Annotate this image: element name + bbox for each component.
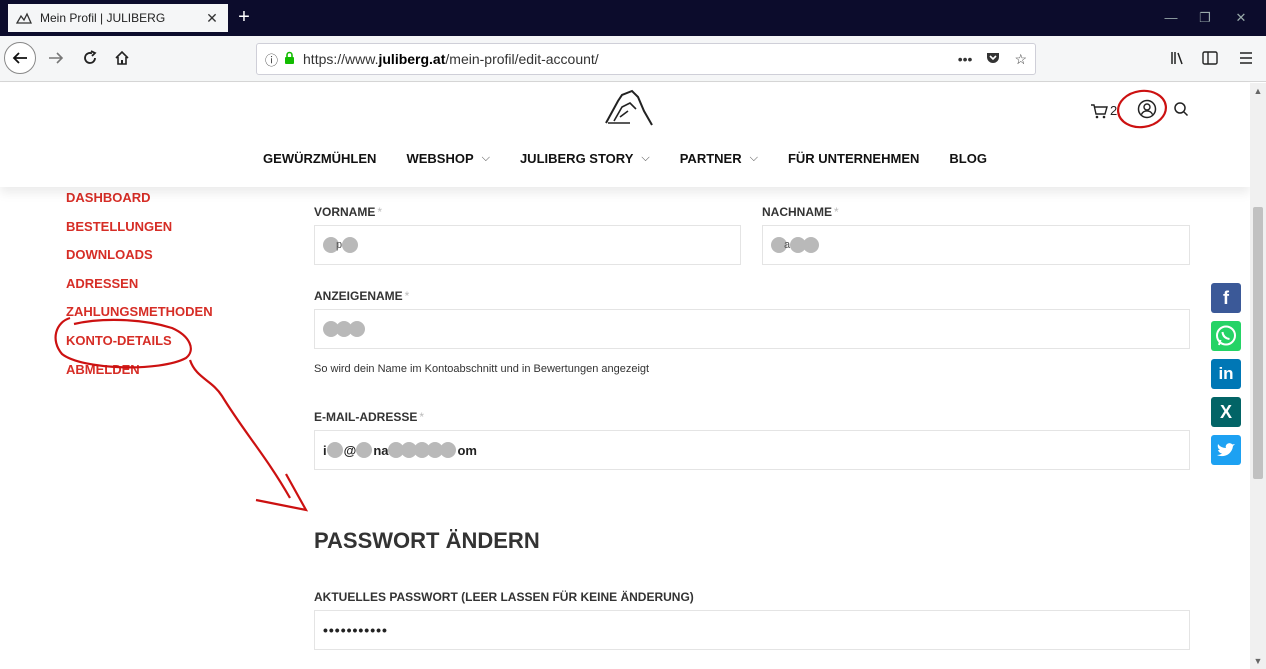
sidebar-item-konto-details[interactable]: KONTO-DETAILS [66,331,266,360]
sidebar-item-abmelden[interactable]: ABMELDEN [66,360,266,389]
sidebar-item-bestellungen[interactable]: BESTELLUNGEN [66,217,266,246]
linkedin-share-button[interactable]: in [1211,359,1241,389]
facebook-icon: f [1223,288,1229,308]
xing-share-button[interactable]: X [1211,397,1241,427]
account-sidebar: DASHBOARD BESTELLUNGEN DOWNLOADS ADRESSE… [66,188,266,388]
current-password-label: AKTUELLES PASSWORT (LEER LASSEN FÜR KEIN… [314,590,694,604]
sidebar-item-zahlungsmethoden[interactable]: ZAHLUNGSMETHODEN [66,302,266,331]
tab-strip: Mein Profil | JULIBERG ✕ + — ❐ ✕ [0,0,1266,36]
close-window-icon[interactable]: ✕ [1226,0,1256,36]
lock-icon[interactable] [284,51,295,67]
page-scrollbar[interactable]: ▲ ▼ [1250,83,1266,669]
reload-icon [84,50,97,64]
cart-button[interactable]: 2 [1090,103,1117,119]
chevron-down-icon: ⌵ [641,152,650,164]
nav-item-fuer-unternehmen[interactable]: FÜR UNTERNEHMEN [788,151,919,166]
tab-mein-profil[interactable]: Mein Profil | JULIBERG ✕ [8,4,228,32]
home-button[interactable] [110,43,134,73]
library-icon[interactable] [1164,43,1192,73]
password-section-title: PASSWORT ÄNDERN [314,528,540,553]
forward-arrow-icon [49,52,64,64]
browser-toolbar: ⓘ https://www.juliberg.at/mein-profil/ed… [0,36,1266,82]
current-password-field[interactable]: ••••••••••• [314,610,1190,650]
pocket-icon[interactable] [986,51,1000,68]
search-button[interactable] [1173,101,1189,120]
close-tab-icon[interactable]: ✕ [204,10,220,27]
home-icon [115,50,129,65]
redaction-blur [342,237,359,253]
bookmark-star-icon[interactable]: ☆ [1014,51,1027,68]
display-name-field[interactable] [314,309,1190,349]
minimize-icon[interactable]: — [1156,0,1186,36]
last-name-field[interactable]: a [762,225,1190,265]
whatsapp-icon [1216,325,1236,346]
email-label: E-MAIL-ADRESSE * [314,410,425,424]
facebook-share-button[interactable]: f [1211,283,1241,313]
search-icon [1174,102,1189,117]
nav-item-blog[interactable]: BLOG [949,151,987,166]
redaction-blur [326,442,343,458]
sidebar-item-dashboard[interactable]: DASHBOARD [66,188,266,217]
nav-item-gewuerzmuehlen[interactable]: GEWÜRZMÜHLEN [263,151,376,166]
redaction-blur [440,442,457,458]
new-tab-button[interactable]: + [232,4,256,32]
forward-button[interactable] [44,43,68,73]
nav-item-juliberg-story[interactable]: JULIBERG STORY ⌵ [520,151,650,166]
cart-icon [1091,103,1108,118]
back-button[interactable] [4,42,36,74]
tab-title: Mein Profil | JULIBERG [40,11,166,25]
nav-item-webshop[interactable]: WEBSHOP ⌵ [406,151,490,166]
sidebar-toggle-icon[interactable] [1196,43,1224,73]
page-actions-icon[interactable]: ••• [958,51,973,68]
menu-hamburger-icon[interactable] [1232,43,1260,73]
xing-icon: X [1219,402,1232,422]
sidebar-item-downloads[interactable]: DOWNLOADS [66,245,266,274]
first-name-field[interactable]: p [314,225,741,265]
info-icon[interactable]: ⓘ [265,50,278,69]
redaction-blur [803,237,820,253]
first-name-label: VORNAME * [314,205,383,219]
chevron-down-icon: ⌵ [481,152,490,164]
linkedin-icon: in [1218,364,1234,383]
reload-button[interactable] [78,43,102,73]
header-icons: 2 [1090,99,1189,122]
chevron-down-icon: ⌵ [749,152,758,164]
restore-icon[interactable]: ❐ [1190,0,1220,36]
nav-item-partner[interactable]: PARTNER ⌵ [680,151,758,166]
juliberg-logo-icon[interactable] [600,85,656,131]
email-field[interactable]: i @ na om [314,430,1190,470]
main-navigation: GEWÜRZMÜHLEN WEBSHOP ⌵ JULIBERG STORY ⌵ PA… [0,151,1250,166]
url-text: https://www.juliberg.at/mein-profil/edit… [303,51,599,67]
scrollbar-thumb[interactable] [1253,207,1263,479]
account-button[interactable] [1137,99,1157,122]
display-name-hint: So wird dein Name im Kontoabschnitt und … [314,363,650,375]
sidebar-item-adressen[interactable]: ADRESSEN [66,274,266,303]
social-share-bar: f in X [1211,283,1241,473]
display-name-label: ANZEIGENAME * [314,289,410,303]
browser-window: Mein Profil | JULIBERG ✕ + — ❐ ✕ ⓘ https… [0,0,1266,669]
cart-count: 2 [1110,103,1118,118]
whatsapp-share-button[interactable] [1211,321,1241,351]
twitter-share-button[interactable] [1211,435,1241,465]
address-bar[interactable]: ⓘ https://www.juliberg.at/mein-profil/ed… [256,43,1036,75]
scroll-up-icon[interactable]: ▲ [1250,83,1266,99]
redaction-blur [356,442,373,458]
redaction-blur [349,321,365,337]
scroll-down-icon[interactable]: ▼ [1250,653,1266,669]
juliberg-favicon-icon [15,12,33,24]
twitter-icon [1217,443,1235,457]
back-arrow-icon [12,52,27,64]
site-header: 2 GEWÜRZMÜHLEN WEBSHOP ⌵ JULIBERG STORY ⌵ … [0,83,1250,187]
last-name-label: NACHNAME * [762,205,839,219]
user-account-icon [1137,99,1157,119]
